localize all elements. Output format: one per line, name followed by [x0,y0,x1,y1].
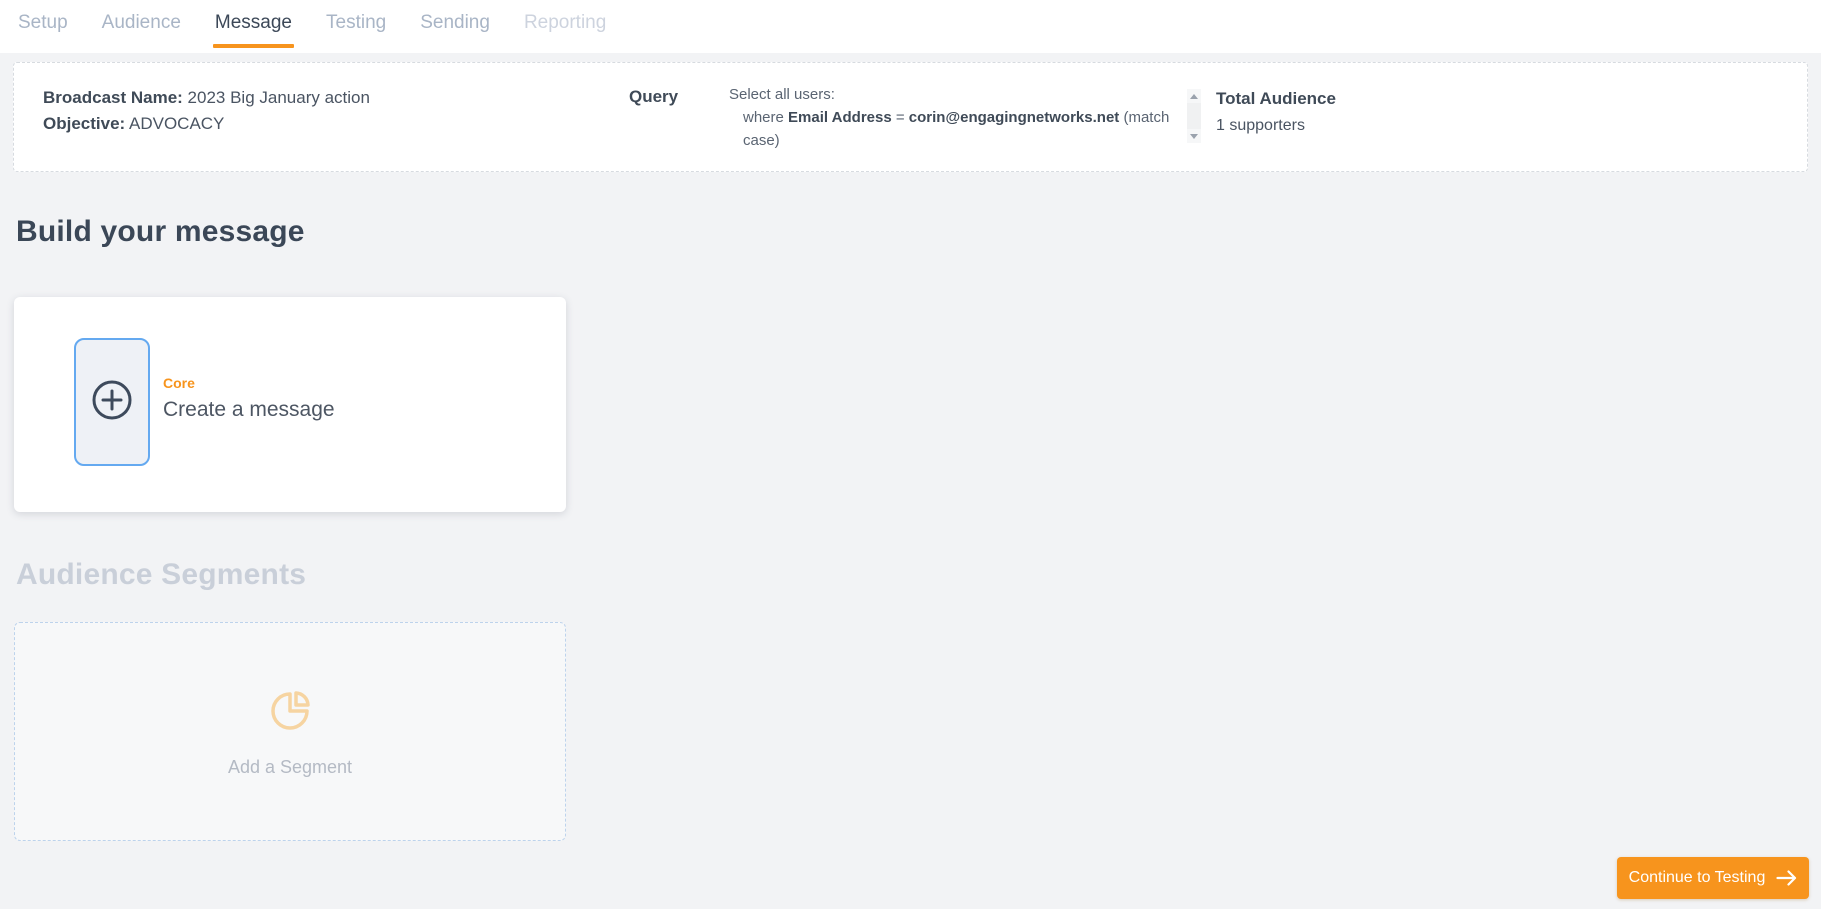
build-message-title: Build your message [16,215,305,249]
tab-testing[interactable]: Testing [324,8,388,48]
broadcast-summary-bar: Broadcast Name: 2023 Big January action … [13,62,1808,172]
scroll-down-icon[interactable] [1187,129,1201,143]
query-value: corin@engagingnetworks.net [909,109,1119,126]
pie-chart-icon [265,686,315,741]
broadcast-name-value: 2023 Big January action [183,88,370,107]
tab-reporting[interactable]: Reporting [522,8,608,48]
add-segment-card[interactable]: Add a Segment [14,622,566,841]
objective-row: Objective: ADVOCACY [43,111,370,137]
query-label: Query [629,87,678,107]
broadcast-name-label: Broadcast Name: [43,88,183,107]
broadcast-info: Broadcast Name: 2023 Big January action … [43,85,370,137]
create-message-label: Create a message [163,398,335,422]
query-line-1: Select all users: [729,83,1189,106]
tab-message[interactable]: Message [213,8,294,48]
objective-label: Objective: [43,114,125,133]
plus-circle-icon [90,378,134,427]
continue-button-label: Continue to Testing [1629,869,1766,887]
core-badge: Core [163,375,335,391]
broadcast-steps-nav: Setup Audience Message Testing Sending R… [0,0,1821,53]
tab-sending[interactable]: Sending [418,8,492,48]
total-audience-block: Total Audience 1 supporters [1216,85,1336,139]
total-audience-value: 1 supporters [1216,112,1336,139]
broadcast-name-row: Broadcast Name: 2023 Big January action [43,85,370,111]
message-card-text: Core Create a message [163,375,335,422]
query-description: Select all users: where Email Address = … [729,83,1189,152]
query-line-2: where Email Address = corin@engagingnetw… [729,106,1189,152]
message-thumbnail[interactable] [74,338,150,466]
add-segment-label: Add a Segment [228,757,352,778]
audience-segments-title: Audience Segments [16,558,306,592]
scroll-up-icon[interactable] [1187,89,1201,103]
tab-setup[interactable]: Setup [16,8,70,48]
query-field: Email Address [788,109,892,126]
create-message-card[interactable]: Core Create a message [14,297,566,512]
arrow-right-icon [1776,870,1797,886]
tab-audience[interactable]: Audience [100,8,183,48]
query-scrollbar[interactable] [1187,89,1201,143]
continue-to-testing-button[interactable]: Continue to Testing [1617,857,1809,899]
objective-value: ADVOCACY [125,114,224,133]
total-audience-label: Total Audience [1216,85,1336,112]
query-operator: = [892,109,909,126]
query-where: where [743,109,788,126]
